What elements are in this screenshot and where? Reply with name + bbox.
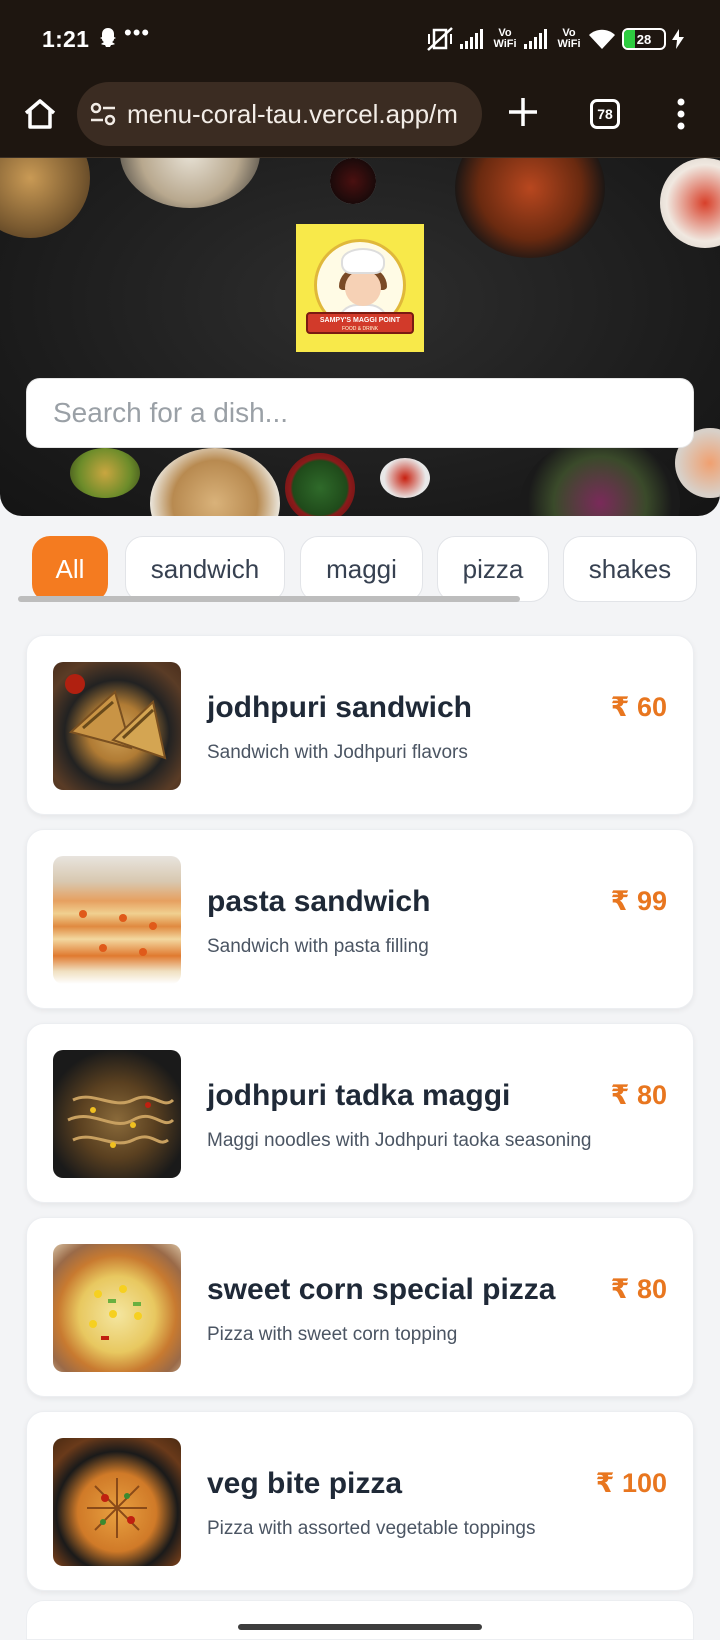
gesture-home-indicator[interactable]	[238, 1624, 482, 1630]
snapchat-icon	[100, 28, 116, 47]
dish-name: veg bite pizza	[207, 1467, 403, 1500]
tab-switcher-button[interactable]: 78	[590, 99, 620, 129]
dish-name: sweet corn special pizza	[207, 1273, 556, 1306]
status-icons: Vo WiFi Vo WiFi 28	[426, 24, 684, 54]
menu-item-card[interactable]: veg bite pizza Pizza with assorted veget…	[26, 1411, 694, 1591]
category-chip-maggi[interactable]: maggi	[300, 536, 423, 602]
category-chip-sandwich[interactable]: sandwich	[125, 536, 285, 602]
dish-price: ₹ 80	[610, 1080, 667, 1110]
mute-vibrate-icon	[427, 27, 453, 51]
food-plate-decoration	[0, 158, 90, 238]
dish-image-pasta-sandwich	[53, 856, 181, 984]
dish-description: Maggi noodles with Jodhpuri taoka season…	[207, 1130, 592, 1151]
url-text: menu-coral-tau.vercel.app/m	[127, 98, 458, 129]
browser-toolbar: menu-coral-tau.vercel.app/m 78	[0, 76, 720, 158]
wifi-icon	[589, 29, 615, 49]
dish-description: Sandwich with Jodhpuri flavors	[207, 742, 468, 763]
category-filter-bar: All sandwich maggi pizza shakes	[0, 536, 720, 602]
dish-image-veg-pizza	[53, 1438, 181, 1566]
new-tab-icon[interactable]	[503, 92, 543, 132]
site-settings-icon[interactable]	[89, 100, 117, 128]
signal-icon-2	[524, 29, 547, 49]
charging-icon	[672, 29, 684, 49]
battery-icon: 28	[622, 28, 666, 50]
dish-name: jodhpuri tadka maggi	[207, 1079, 511, 1112]
address-bar[interactable]: menu-coral-tau.vercel.app/m	[77, 82, 482, 146]
category-scrollbar[interactable]	[18, 596, 520, 602]
food-plate-decoration	[150, 448, 280, 516]
food-plate-decoration	[660, 158, 720, 248]
menu-item-card[interactable]: pasta sandwich Sandwich with pasta filli…	[26, 829, 694, 1009]
menu-item-card[interactable]: sweet corn special pizza Pizza with swee…	[26, 1217, 694, 1397]
menu-item-card[interactable]: jodhpuri tadka maggi Maggi noodles with …	[26, 1023, 694, 1203]
dish-image-maggi	[53, 1050, 181, 1178]
veg-pizza-illustration	[87, 1478, 147, 1538]
search-input[interactable]	[27, 379, 693, 447]
dish-name: jodhpuri sandwich	[207, 691, 473, 724]
sandwich-illustration	[65, 674, 167, 760]
pasta-sandwich-illustration	[79, 910, 157, 956]
food-plate-decoration	[380, 458, 430, 498]
restaurant-logo: SAMPY'S MAGGI POINT FOOD & DRINK	[296, 224, 424, 352]
food-plate-decoration	[330, 158, 376, 204]
category-chip-pizza[interactable]: pizza	[437, 536, 549, 602]
menu-item-card-partial[interactable]	[26, 1600, 694, 1640]
logo-name: SAMPY'S MAGGI POINT	[319, 317, 401, 324]
dish-price: ₹ 60	[610, 692, 667, 722]
notification-dots: •••	[124, 20, 151, 45]
dish-description: Pizza with sweet corn topping	[207, 1324, 458, 1345]
logo-tagline: FOOD & DRINK	[341, 326, 379, 332]
home-icon[interactable]	[20, 94, 60, 134]
more-menu-icon[interactable]	[668, 94, 694, 134]
search-box[interactable]	[26, 378, 694, 448]
food-plate-decoration	[455, 158, 605, 258]
status-bar: 1:21 ••• Vo WiFi Vo WiFi 28	[0, 0, 720, 76]
corn-pizza-illustration	[89, 1285, 142, 1340]
dish-description: Sandwich with pasta filling	[207, 936, 429, 957]
dish-price: ₹ 100	[595, 1468, 667, 1498]
hero-banner: SAMPY'S MAGGI POINT FOOD & DRINK	[0, 158, 720, 516]
dish-description: Pizza with assorted vegetable toppings	[207, 1518, 536, 1539]
maggi-illustration	[67, 1095, 175, 1148]
dish-name: pasta sandwich	[207, 885, 431, 918]
dish-image-sandwich	[53, 662, 181, 790]
dish-price: ₹ 99	[610, 886, 667, 916]
dish-price: ₹ 80	[610, 1274, 667, 1304]
logo-banner: SAMPY'S MAGGI POINT FOOD & DRINK	[306, 312, 414, 334]
food-plate-decoration	[285, 453, 355, 516]
vowifi-label: Vo WiFi	[493, 27, 517, 50]
battery-level: 28	[636, 31, 652, 47]
status-time: 1:21	[42, 26, 90, 52]
category-chip-shakes[interactable]: shakes	[563, 536, 697, 602]
category-chip-all[interactable]: All	[32, 536, 108, 602]
food-plate-decoration	[120, 158, 260, 208]
menu-item-card[interactable]: jodhpuri sandwich Sandwich with Jodhpuri…	[26, 635, 694, 815]
food-plate-decoration	[520, 438, 680, 516]
signal-icon	[460, 29, 483, 49]
food-plate-decoration	[70, 448, 140, 498]
vowifi-label-2: Vo WiFi	[557, 27, 581, 50]
dish-image-corn-pizza	[53, 1244, 181, 1372]
